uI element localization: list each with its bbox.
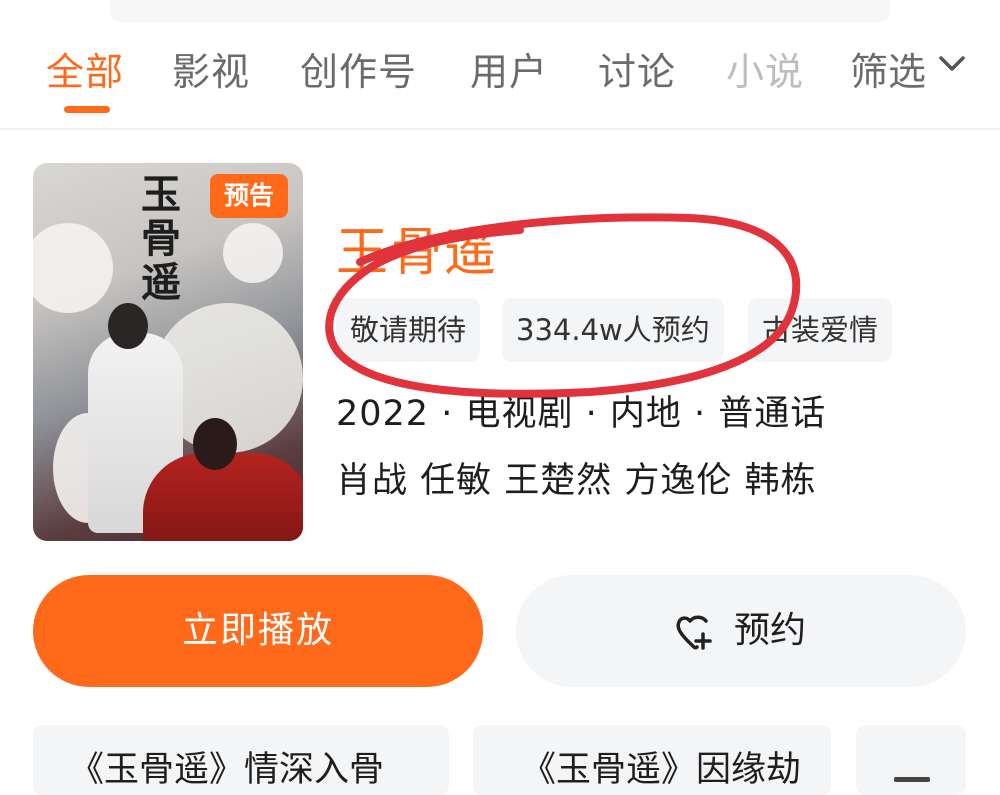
tab-novel[interactable]: 小说 [726, 41, 804, 96]
tab-all[interactable]: 全部 [46, 41, 124, 96]
show-cast: 肖战 任敏 王楚然 方逸伦 韩栋 [336, 461, 817, 501]
reserve-label: 预约 [734, 610, 807, 651]
tab-video[interactable]: 影视 [172, 41, 250, 96]
poster-blossom [223, 223, 283, 283]
tag-genre: 古装爱情 [748, 298, 893, 362]
related-video-card[interactable]: 《玉骨遥》因缘劫 [473, 725, 831, 795]
chevron-down-icon [939, 56, 965, 71]
poster-figure-head [108, 303, 148, 349]
heart-plus-icon [676, 615, 712, 650]
tab-users[interactable]: 用户 [470, 41, 548, 96]
related-more-card[interactable] [856, 725, 966, 795]
filter-label: 筛选 [850, 50, 927, 94]
show-title[interactable]: 玉骨遥 [336, 210, 498, 285]
search-bar-edge[interactable] [110, 0, 890, 22]
more-icon [894, 777, 930, 782]
poster-figure-head [193, 418, 237, 470]
tab-discussion[interactable]: 讨论 [598, 41, 676, 96]
tag-status: 敬请期待 [336, 298, 481, 362]
active-tab-indicator [64, 106, 110, 113]
poster-calligraphy: 玉骨遥 [141, 171, 181, 306]
play-now-button[interactable]: 立即播放 [33, 575, 483, 687]
show-meta: 2022 · 电视剧 · 内地 · 普通话 [336, 394, 827, 434]
tab-creator[interactable]: 创作号 [300, 41, 417, 96]
category-tabs: 全部 影视 创作号 用户 讨论 小说 筛选 [0, 22, 1000, 128]
poster-blossom [33, 223, 113, 313]
trailer-badge: 预告 [210, 174, 288, 218]
related-video-card[interactable]: 《玉骨遥》情深入骨 [33, 725, 449, 795]
show-poster[interactable]: 玉骨遥 [33, 163, 303, 541]
reserve-button[interactable]: 预约 [516, 575, 966, 687]
tag-reservations: 334.4w人预约 [502, 298, 724, 362]
filter-button[interactable]: 筛选 [850, 41, 965, 96]
tabs-divider [0, 128, 1000, 130]
top-search-strip [0, 0, 1000, 22]
